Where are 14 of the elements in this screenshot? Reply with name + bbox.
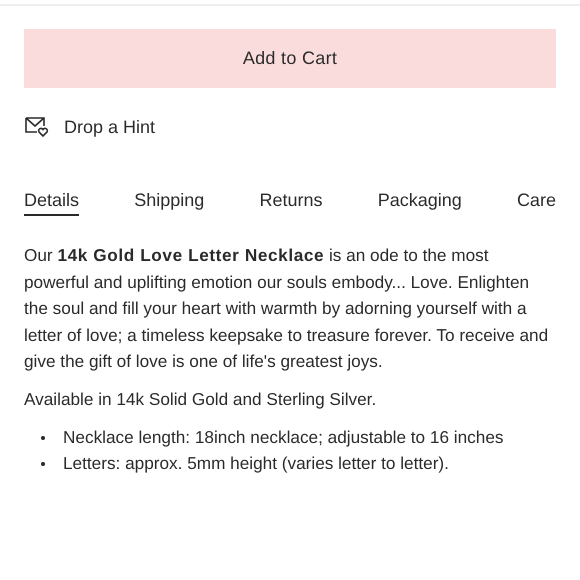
tab[interactable]: Details [24,190,80,216]
tab[interactable]: Returns [259,190,322,216]
tab[interactable]: Care [516,190,556,216]
description-text: Our 14k Gold Love Letter Necklace is an ode to the most powerful and uplifting emotion our souls embody... Love. Enlighten the soul and fill your heart with warmth by adorning yourself with a letter of love; a timeless keepsake to treasure forever. To receive and give the gift of love is one of life's greatest joys. [24,244,550,374]
availability-text: Available in 14k Solid Gold and Sterling Silver. [24,388,378,411]
feature-text: Letters: approx. 5mm height (varies letter to letter). [63,452,449,476]
tab[interactable]: Shipping [134,190,204,216]
feature-text: Necklace length: 18inch necklace; adjustable to 16 inches [63,426,504,449]
tab[interactable]: Packaging [378,190,462,216]
envelope-heart-icon [24,116,50,138]
bullet-icon [41,462,45,466]
bullet-icon [41,436,45,440]
drop-a-hint-link[interactable]: Drop a Hint [64,116,156,138]
add-to-cart-button[interactable]: Add to Cart [24,29,556,88]
